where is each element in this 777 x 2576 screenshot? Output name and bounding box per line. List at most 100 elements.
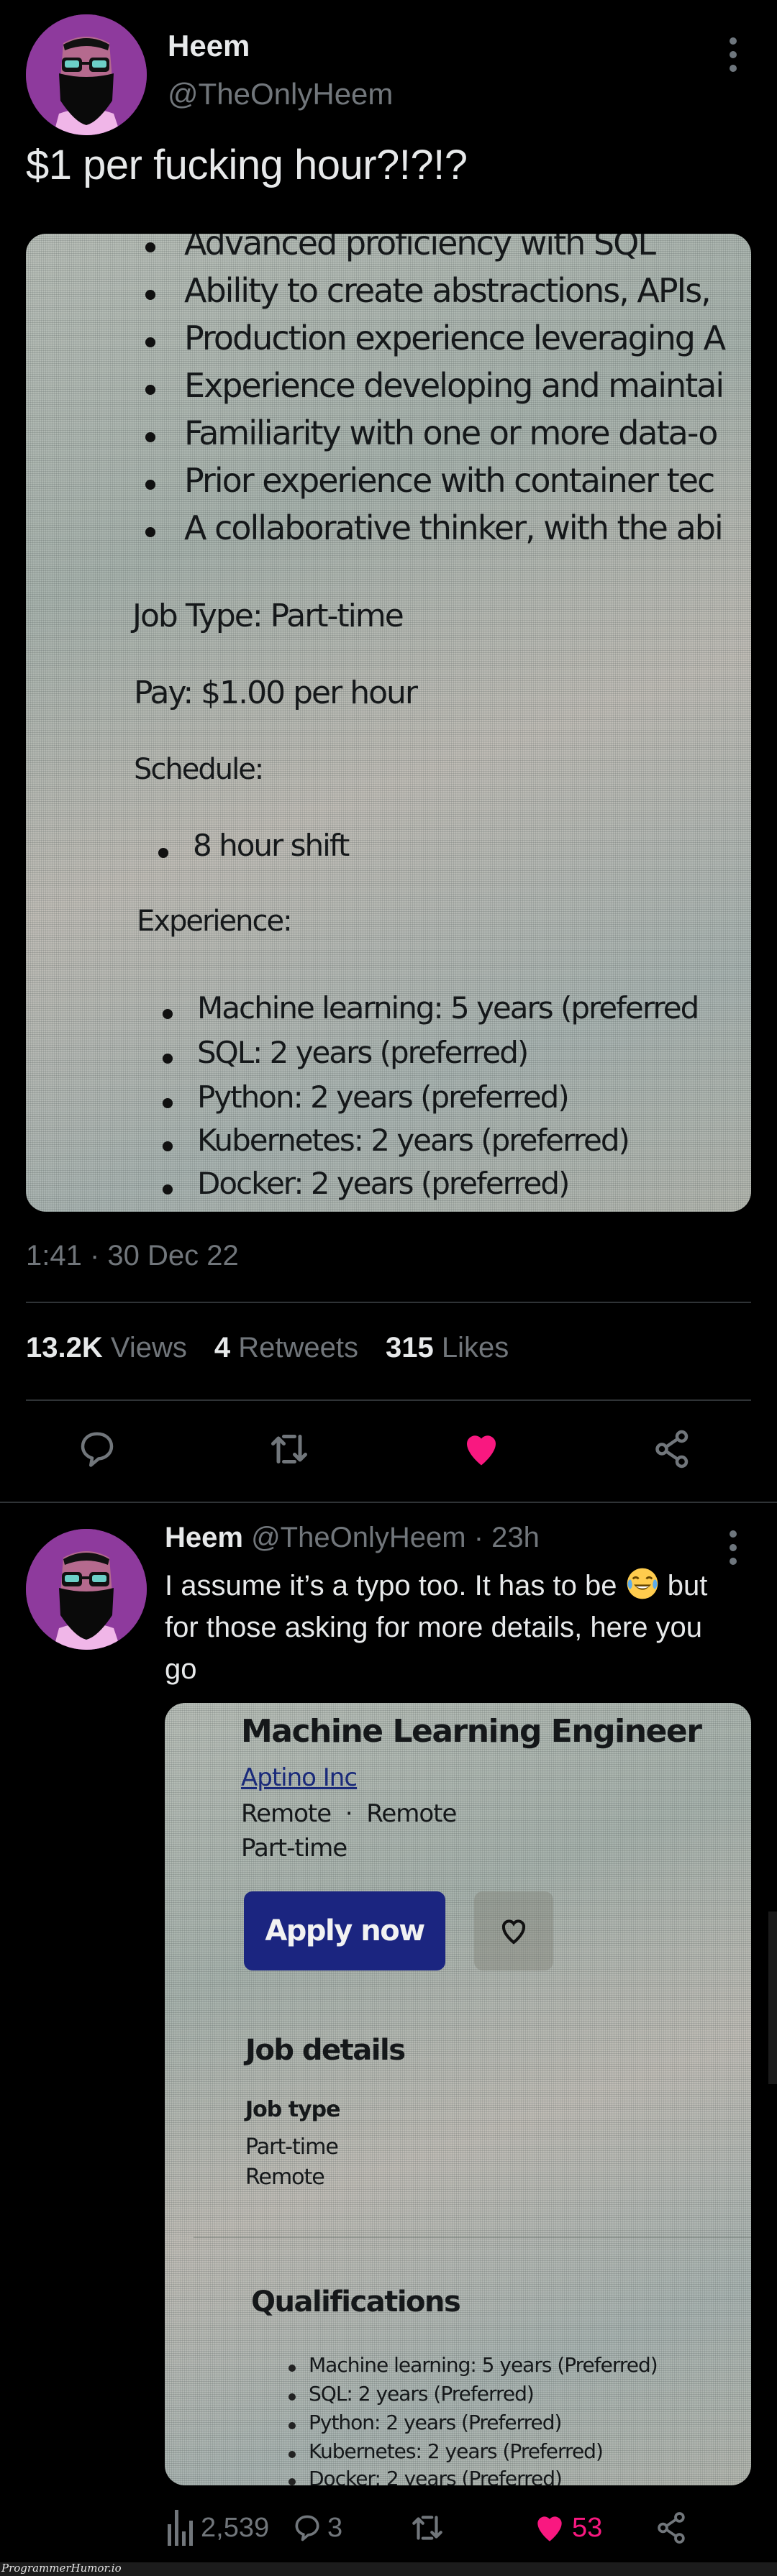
- like-button[interactable]: 53: [532, 2506, 602, 2549]
- job-details-heading: Job details: [245, 2034, 406, 2067]
- bullet-icon: [145, 242, 155, 252]
- avatar[interactable]: [26, 1529, 147, 1650]
- bullet-icon: [163, 1054, 173, 1064]
- analytics-bars-icon: [168, 2510, 193, 2546]
- tweet-divider: [0, 1502, 777, 1503]
- scrollbar[interactable]: [768, 1912, 777, 2084]
- views-count: 2,539: [201, 2512, 270, 2543]
- more-options-icon[interactable]: [728, 37, 738, 72]
- job-title: Machine Learning Engineer: [241, 1713, 702, 1750]
- requirement-item: Experience developing and maintai: [184, 366, 724, 405]
- laughing-crying-emoji-icon: [627, 1568, 658, 1599]
- job-location: Remote · Remote: [241, 1799, 457, 1828]
- reply-icon: [81, 1432, 114, 1467]
- requirement-item: Ability to create abstractions, APIs,: [184, 271, 712, 310]
- reply-icon: [295, 2515, 319, 2541]
- tweet-stats: 13.2K Views 4 Retweets 315 Likes: [26, 1332, 509, 1364]
- retweet-icon: [271, 1435, 307, 1463]
- section-divider: [194, 2237, 751, 2238]
- bullet-icon: [163, 1184, 173, 1195]
- experience-heading: Experience:: [137, 905, 293, 938]
- avatar-bearded-man-icon: [26, 1529, 147, 1650]
- bullet-icon: [288, 2478, 296, 2485]
- divider: [26, 1399, 751, 1401]
- share-button[interactable]: [654, 2506, 690, 2549]
- bullet-icon: [288, 2393, 296, 2401]
- bullet-icon: [163, 1098, 173, 1108]
- share-icon: [655, 1430, 689, 1469]
- bullet-icon: [163, 1141, 173, 1151]
- likes-stat[interactable]: 315 Likes: [386, 1332, 509, 1364]
- share-icon: [658, 2512, 685, 2544]
- requirement-item: A collaborative thinker, with the abi: [184, 508, 724, 547]
- reply-count: 3: [327, 2512, 343, 2543]
- tweet-image-job-listing[interactable]: Advanced proficiency with SQL Ability to …: [26, 234, 751, 1212]
- qualification-item: Kubernetes: 2 years (Preferred): [309, 2439, 604, 2463]
- views-stat[interactable]: 13.2K Views: [26, 1332, 187, 1364]
- retweet-button[interactable]: [264, 1424, 314, 1474]
- bullet-icon: [145, 290, 155, 300]
- job-type-value: Remote: [245, 2165, 325, 2190]
- experience-item: Python: 2 years (preferred): [197, 1079, 570, 1115]
- job-type-label: Job type: [245, 2097, 340, 2122]
- like-filled-icon: [467, 1435, 496, 1466]
- reply-button[interactable]: 3: [291, 2506, 342, 2549]
- like-count: 53: [572, 2512, 603, 2543]
- heart-outline-icon: [501, 1919, 526, 1945]
- separator-dot: ·: [473, 1522, 484, 1553]
- tweet-image-job-page[interactable]: Machine Learning Engineer Aptino Inc Rem…: [165, 1703, 751, 2485]
- reply-tweet-text: I assume it’s a typo too. It has to be b…: [165, 1565, 740, 1690]
- bullet-icon: [145, 527, 155, 537]
- divider: [26, 1302, 751, 1303]
- avatar[interactable]: [26, 14, 147, 135]
- share-button[interactable]: [648, 1424, 698, 1474]
- experience-item: Machine learning: 5 years (preferred: [197, 990, 699, 1026]
- job-type-text: Job Type: Part-time: [132, 598, 404, 634]
- more-options-icon[interactable]: [728, 1530, 738, 1565]
- reply-tweet-action-bar: 2,539 3 53: [165, 2506, 740, 2549]
- retweet-icon: [412, 2516, 442, 2540]
- save-job-button[interactable]: [474, 1891, 553, 1970]
- retweet-button[interactable]: [409, 2506, 445, 2549]
- qualifications-heading: Qualifications: [251, 2285, 461, 2319]
- author-name[interactable]: Heem: [168, 29, 250, 63]
- watermark: ProgrammerHumor.io: [1, 2562, 122, 2575]
- tweet-timestamp[interactable]: 1:41 · 30 Dec 22: [26, 1240, 239, 1272]
- bullet-icon: [145, 432, 155, 442]
- experience-item: Docker: 2 years (preferred): [197, 1166, 570, 1201]
- requirement-item: Advanced proficiency with SQL: [184, 234, 656, 262]
- requirement-item: Prior experience with container tec: [184, 461, 715, 500]
- author-handle[interactable]: @TheOnlyHeem: [168, 77, 393, 111]
- tweet-time[interactable]: 23h: [491, 1522, 540, 1553]
- company-link[interactable]: Aptino Inc: [241, 1763, 358, 1792]
- tweet-action-bar: [26, 1424, 751, 1474]
- schedule-heading: Schedule:: [134, 753, 264, 786]
- avatar-bearded-man-icon: [26, 14, 147, 135]
- qualification-item: SQL: 2 years (Preferred): [309, 2382, 535, 2406]
- requirement-item: Familiarity with one or more data-o: [184, 414, 718, 452]
- bullet-icon: [288, 2451, 296, 2458]
- tweet-text: $1 per fucking hour?!?!?: [26, 142, 468, 188]
- retweets-stat[interactable]: 4 Retweets: [214, 1332, 358, 1364]
- bullet-icon: [288, 2365, 296, 2372]
- like-filled-icon: [537, 2516, 562, 2541]
- schedule-item: 8 hour shift: [193, 828, 350, 863]
- bullet-icon: [145, 385, 155, 395]
- bullet-icon: [163, 1009, 173, 1019]
- job-employment-type: Part-time: [241, 1834, 347, 1863]
- bullet-icon: [288, 2422, 296, 2429]
- author-handle[interactable]: @TheOnlyHeem: [251, 1522, 465, 1553]
- reply-tweet-header: Heem @TheOnlyHeem · 23h: [165, 1522, 540, 1554]
- bullet-icon: [145, 337, 155, 347]
- qualification-item: Machine learning: 5 years (Preferred): [309, 2353, 658, 2377]
- like-button[interactable]: [456, 1424, 506, 1474]
- author-name[interactable]: Heem: [165, 1522, 243, 1553]
- apply-now-button[interactable]: Apply now: [244, 1891, 445, 1970]
- qualification-item: Docker: 2 years (Preferred): [309, 2467, 563, 2485]
- experience-item: Kubernetes: 2 years (preferred): [197, 1123, 630, 1158]
- job-type-value: Part-time: [245, 2134, 339, 2160]
- pay-text: Pay: $1.00 per hour: [134, 675, 418, 711]
- reply-button[interactable]: [72, 1424, 122, 1474]
- views-button[interactable]: 2,539: [168, 2506, 269, 2549]
- qualification-item: Python: 2 years (Preferred): [309, 2411, 562, 2434]
